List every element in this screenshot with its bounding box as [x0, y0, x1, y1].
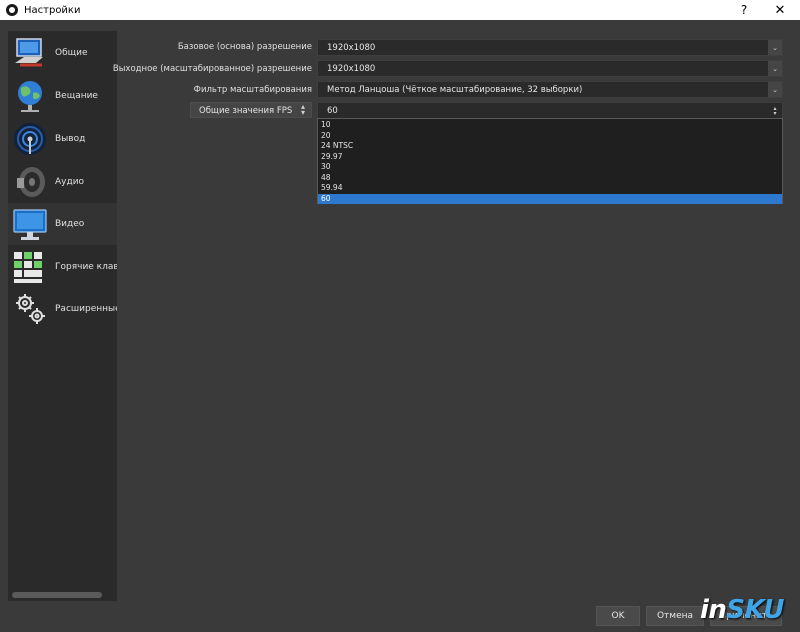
list-item[interactable]: 59.94 [318, 183, 782, 194]
sidebar-item-label: Вещание [55, 91, 98, 101]
updown-arrows-icon: ▴ ▾ [773, 104, 777, 117]
output-resolution-combo[interactable]: 1920x1080 ⌄ [317, 60, 783, 77]
sidebar-item-label: Горячие клави [55, 262, 117, 272]
fps-value: 60 [327, 106, 338, 116]
help-button[interactable]: ? [729, 0, 759, 20]
gears-icon [16, 294, 45, 324]
list-item[interactable]: 29.97 [318, 152, 782, 163]
sidebar-item-hotkeys[interactable]: Горячие клави [8, 246, 117, 288]
chevron-down-icon: ⌄ [768, 61, 782, 76]
output-resolution-label: Выходное (масштабированное) разрешение [112, 64, 312, 74]
speaker-icon [17, 167, 45, 197]
watermark-logo: inSKU [700, 595, 784, 625]
settings-sidebar: Общие Вещание Вывод Аудио Видео Горячие … [8, 31, 117, 601]
chevron-down-icon: ⌄ [768, 40, 782, 55]
scale-filter-value: Метод Ланцоша (Чёткое масштабирование, 3… [327, 85, 583, 95]
sidebar-scrollbar[interactable] [12, 592, 102, 598]
keyboard-icon [14, 252, 42, 283]
fps-dropdown-list: 10 20 24 NTSC 29.97 30 48 59.94 60 [317, 118, 783, 204]
window-title: Настройки [24, 4, 81, 16]
scale-filter-combo[interactable]: Метод Ланцоша (Чёткое масштабирование, 3… [317, 81, 783, 98]
base-resolution-label: Базовое (основа) разрешение [177, 42, 312, 52]
fps-type-value: Общие значения FPS [199, 106, 293, 116]
base-resolution-value: 1920x1080 [327, 43, 376, 53]
watermark-prefix: in [700, 595, 727, 625]
base-resolution-combo[interactable]: 1920x1080 ⌄ [317, 39, 783, 56]
cancel-button[interactable]: Отмена [646, 606, 704, 626]
sidebar-item-advanced[interactable]: Расширенные [8, 288, 117, 330]
fps-value-combo[interactable]: 60 ▴ ▾ [317, 102, 783, 119]
chevron-down-icon: ⌄ [768, 82, 782, 97]
sidebar-item-label: Вывод [55, 134, 86, 144]
list-item-selected[interactable]: 60 [318, 193, 782, 204]
sidebar-item-label: Общие [55, 48, 88, 58]
list-item[interactable]: 20 [318, 131, 782, 142]
sidebar-item-stream[interactable]: Вещание [8, 75, 117, 117]
obs-logo-icon [6, 4, 18, 16]
fps-type-combo[interactable]: Общие значения FPS ▴ ▾ [190, 102, 312, 118]
title-bar: Настройки ? ✕ [0, 0, 800, 20]
sidebar-item-label: Видео [55, 219, 85, 229]
watermark-suffix: SKU [726, 595, 784, 625]
list-item[interactable]: 30 [318, 162, 782, 173]
sidebar-item-output[interactable]: Вывод [8, 118, 117, 160]
monitor-icon [13, 209, 47, 240]
output-resolution-value: 1920x1080 [327, 64, 376, 74]
updown-arrows-icon: ▴ ▾ [300, 102, 305, 117]
sidebar-item-audio[interactable]: Аудио [8, 161, 117, 203]
list-item[interactable]: 48 [318, 173, 782, 184]
list-item[interactable]: 24 NTSC [318, 141, 782, 152]
list-item[interactable]: 10 [318, 120, 782, 131]
globe-icon [18, 81, 42, 112]
sidebar-item-video[interactable]: Видео [8, 203, 117, 245]
sidebar-item-label: Аудио [55, 177, 85, 187]
broadcast-icon [14, 123, 46, 155]
scale-filter-label: Фильтр масштабирования [193, 85, 312, 95]
close-button[interactable]: ✕ [765, 0, 795, 20]
computer-icon [15, 38, 43, 67]
sidebar-item-label: Расширенные [55, 304, 117, 314]
ok-button[interactable]: OK [596, 606, 640, 626]
sidebar-item-general[interactable]: Общие [8, 32, 117, 74]
